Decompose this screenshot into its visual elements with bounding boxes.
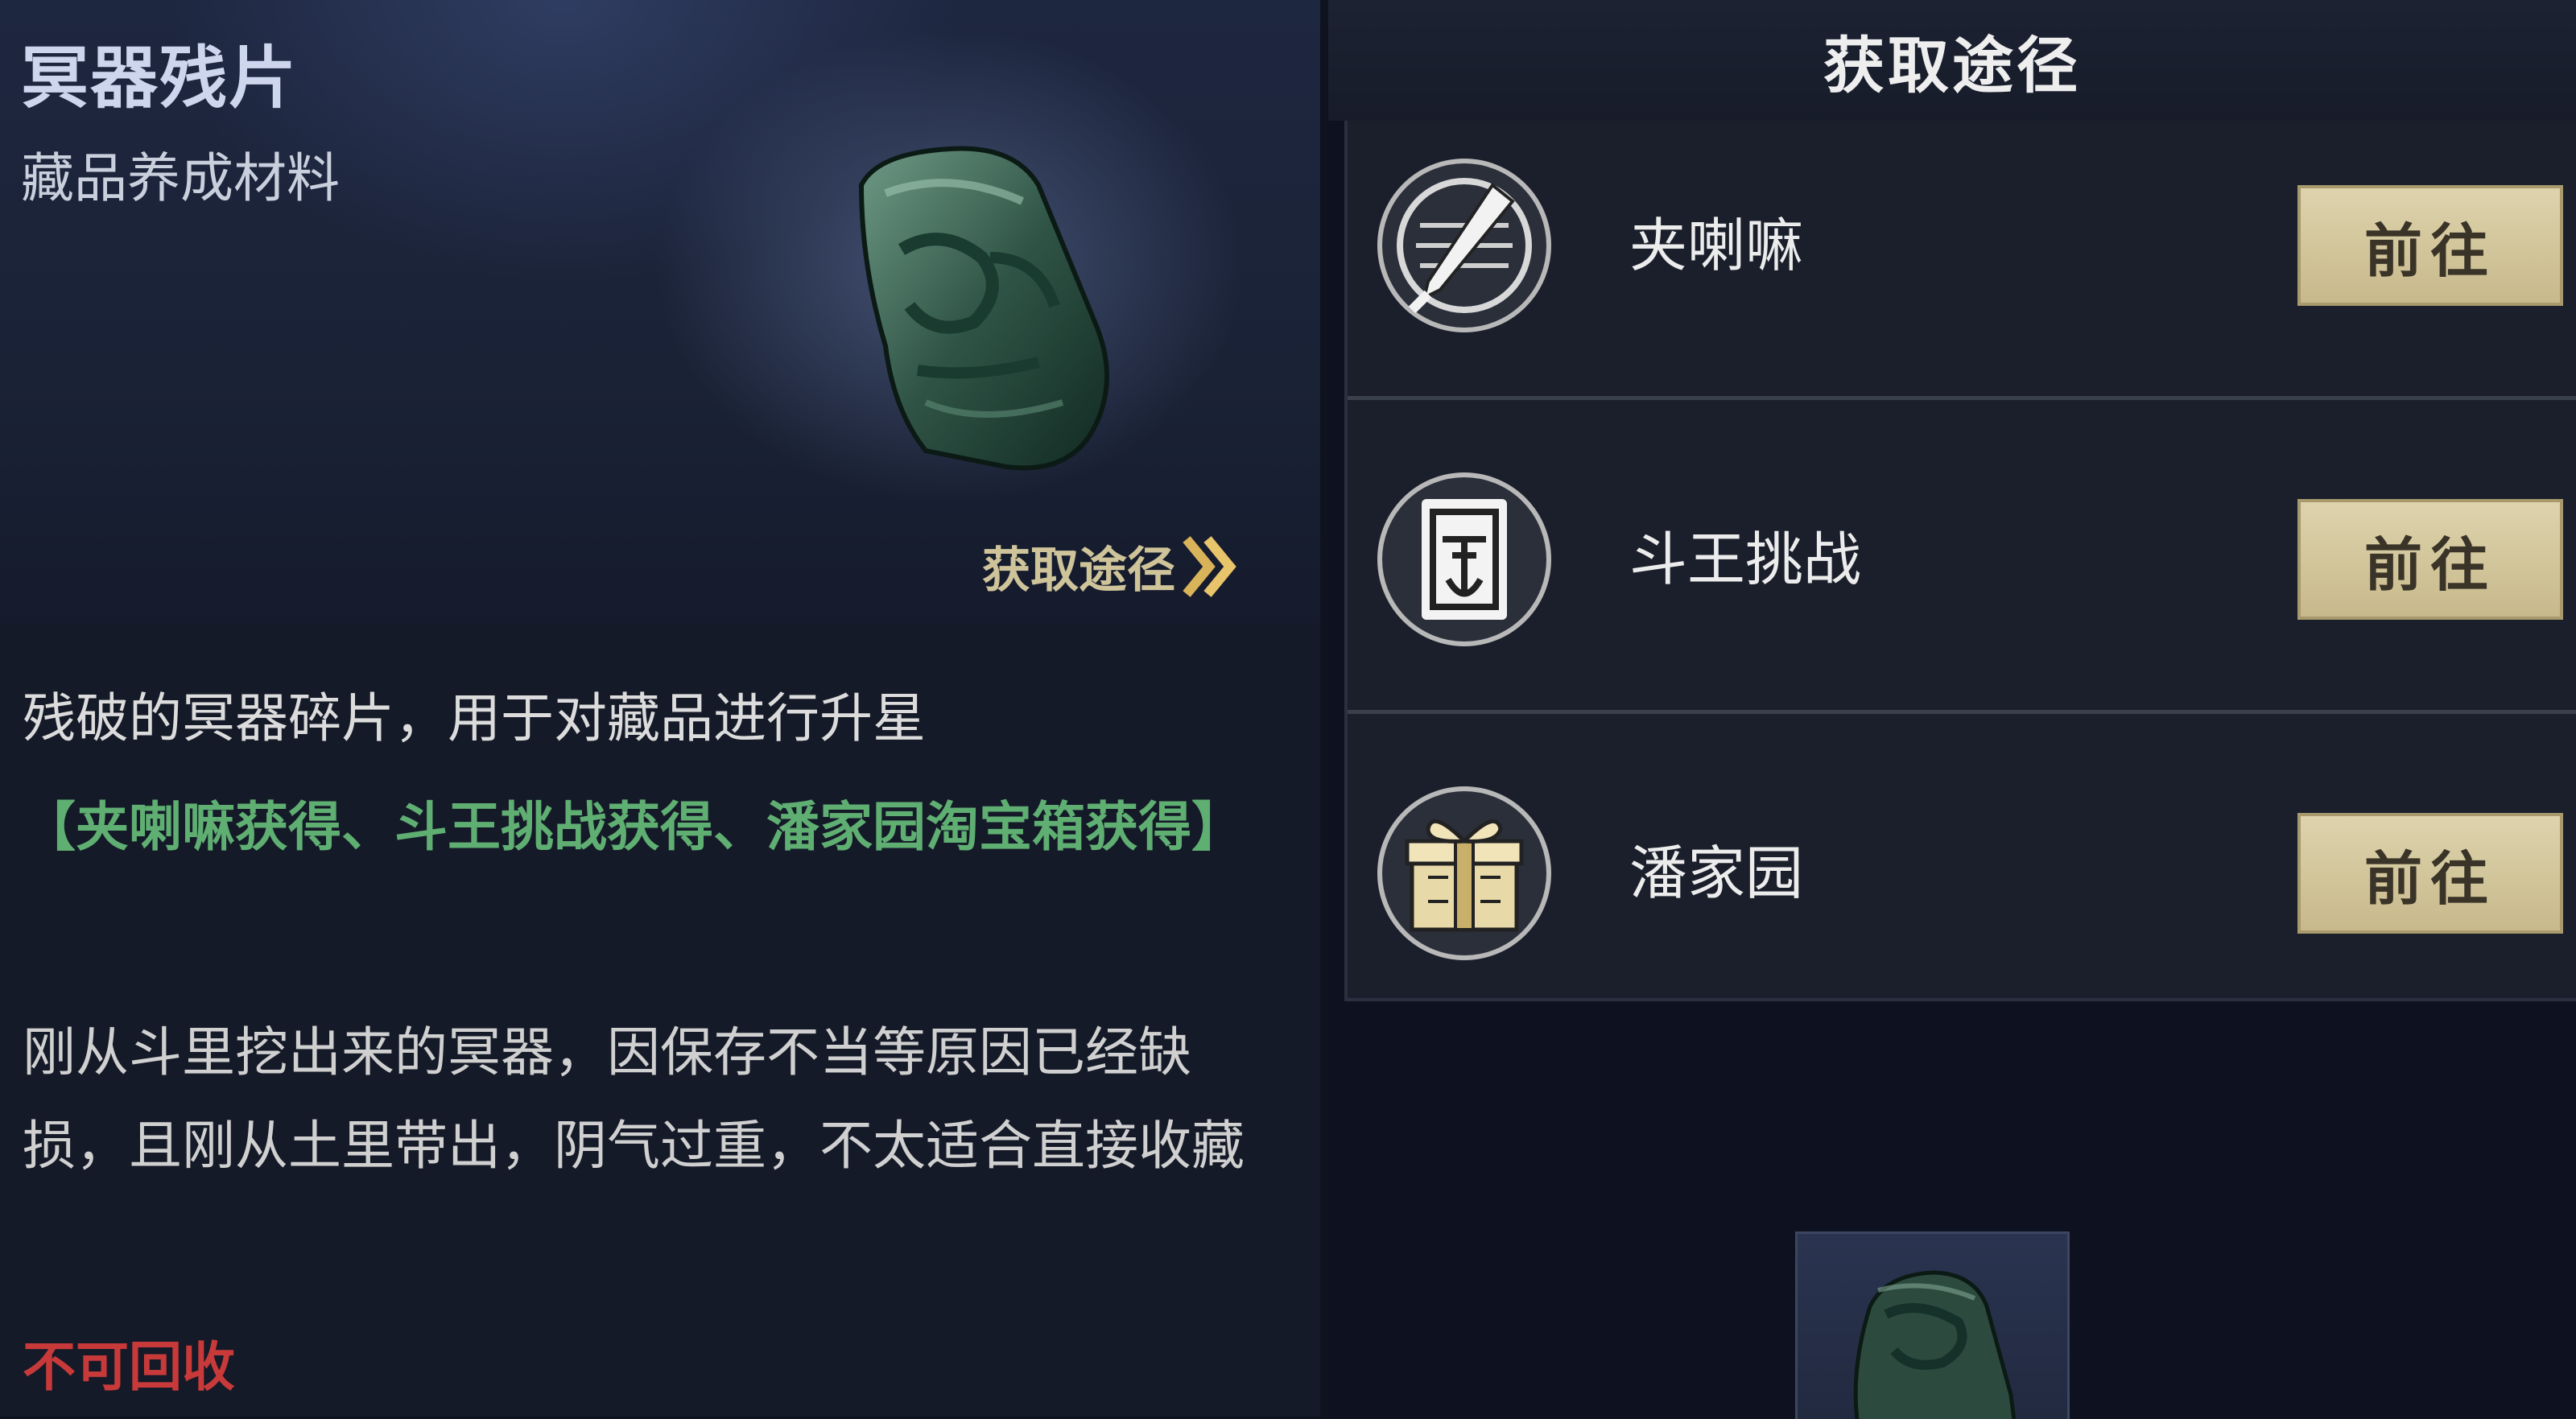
sword-emblem-icon [1377,159,1551,332]
go-button[interactable]: 前往 [2297,185,2563,306]
double-chevron-right-icon [1183,535,1236,597]
route-row-douwang: 斗王挑战 前往 [1348,435,2576,749]
item-lore: 刚从斗里挖出来的冥器，因保存不当等原因已经缺损，且刚从土里带出，阴气过重，不太适… [23,1021,1245,1177]
acquire-route-panel: 获取途径 夹喇嘛 前往 斗王挑战 前往 潘家园 前往 [1328,0,2576,1417]
acquire-panel-title: 获取途径 [1823,30,2081,101]
recycle-status: 不可回收 [23,1336,235,1398]
route-label: 斗王挑战 [1629,526,1862,593]
acquire-route-link[interactable]: 获取途径 [982,531,1238,601]
route-label: 潘家园 [1629,839,1804,907]
acquire-panel-header: 获取途径 [1328,0,2576,121]
item-detail-panel: 冥器残片 藏品养成材料 获取途径 残破的冥器碎片，用于对藏品进行升星 【夹喇嘛获… [0,0,1320,1417]
divider [1348,396,2576,400]
route-label: 夹喇嘛 [1629,212,1804,279]
item-hero-area: 冥器残片 藏品养成材料 获取途径 [0,0,1320,624]
mask-card-icon [1377,472,1551,646]
item-type: 藏品养成材料 [21,147,340,209]
item-description-area: 残破的冥器碎片，用于对藏品进行升星 【夹喇嘛获得、斗王挑战获得、潘家园淘宝箱获得… [0,624,1320,1417]
item-description: 残破的冥器碎片，用于对藏品进行升星 [23,687,926,749]
gift-box-icon [1377,786,1551,960]
item-name: 冥器残片 [21,39,299,118]
route-row-jialama: 夹喇嘛 前往 [1348,121,2576,435]
go-button[interactable]: 前往 [2297,499,2563,620]
item-sources-text: 【夹喇嘛获得、斗王挑战获得、潘家园淘宝箱获得】 [23,796,1245,858]
route-row-panjiayuan: 潘家园 前往 [1348,749,2576,1062]
go-button[interactable]: 前往 [2297,813,2563,934]
divider [1348,710,2576,714]
item-thumbnail [1795,1231,2070,1419]
acquire-route-list: 夹喇嘛 前往 斗王挑战 前往 潘家园 前往 [1344,121,2576,1001]
relic-fragment-icon [858,146,1109,471]
acquire-route-link-label: 获取途径 [982,542,1175,599]
relic-fragment-icon [1853,1270,2017,1419]
